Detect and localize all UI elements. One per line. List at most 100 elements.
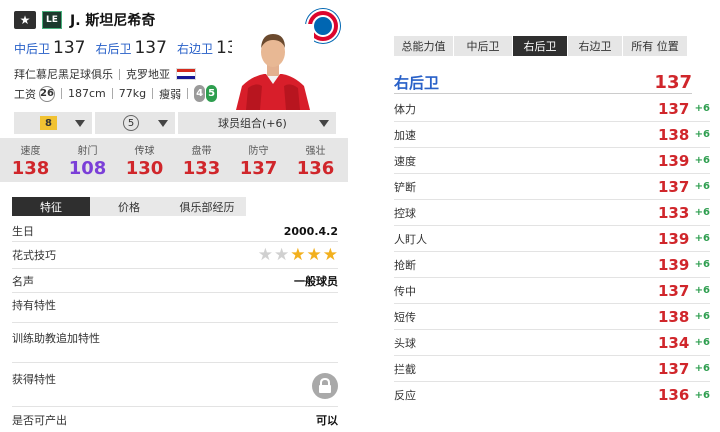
attribute-bonus: +6	[694, 181, 710, 192]
club-logo-inner	[312, 15, 334, 37]
star-icon: ★	[306, 244, 322, 265]
position-label: 右后卫	[95, 42, 132, 56]
attribute-bonus: +6	[694, 155, 710, 166]
attribute-name: 人盯人	[394, 232, 427, 246]
attribute-bonus: +6	[694, 103, 710, 114]
attribute-row: 控球 133 +6	[394, 200, 710, 226]
tab-club-history[interactable]: 俱乐部经历	[168, 197, 246, 216]
attribute-name: 短传	[394, 310, 416, 324]
enhance-level-badge: 8	[40, 116, 57, 130]
trait-label: 训练助教追加特性	[12, 332, 100, 345]
attribute-row: 体力 137 +6	[394, 96, 710, 122]
attribute-name: 加速	[394, 128, 416, 142]
attribute-bonus: +6	[694, 233, 710, 244]
trait-row-birthday: 生日 2000.4.2	[12, 221, 338, 242]
grade-level-badge: 5	[123, 115, 139, 131]
attribute-row: 拦截 137 +6	[394, 356, 710, 382]
attribute-name: 速度	[394, 154, 416, 168]
player-detail-page: ★ LE J. 斯坦尼希奇 中后卫 137 右后卫 137 右边卫 137	[0, 0, 720, 432]
weight-value: 77kg	[118, 87, 147, 100]
attribute-name: 控球	[394, 206, 416, 220]
position-rating: 中后卫 137	[14, 38, 85, 58]
divider	[61, 88, 62, 99]
attribute-bonus: +6	[694, 259, 710, 270]
main-stats: 速度 138 射门 108 传球 130 盘带 133 防守 137 强壮 13…	[0, 138, 348, 182]
club-name: 拜仁慕尼黑足球俱乐	[14, 68, 113, 81]
trait-row-fame: 名声 一般球员	[12, 269, 338, 293]
producible-value: 可以	[316, 414, 338, 427]
attribute-row: 短传 138 +6	[394, 304, 710, 330]
trait-label: 生日	[12, 225, 34, 238]
player-card-panel: ★ LE J. 斯坦尼希奇 中后卫 137 右后卫 137 右边卫 137	[0, 0, 350, 432]
trait-label: 花式技巧	[12, 249, 56, 262]
tab-rb[interactable]: 右后卫	[513, 36, 567, 56]
attribute-row: 头球 134 +6	[394, 330, 710, 356]
attribute-row: 抢断 139 +6	[394, 252, 710, 278]
selected-position-value: 137	[654, 72, 692, 93]
stat-defending: 防守 137	[230, 138, 287, 182]
stat-shooting: 射门 108	[59, 138, 116, 182]
tab-cb[interactable]: 中后卫	[454, 36, 512, 56]
weak-foot-icon: 4	[194, 85, 206, 102]
attribute-value: 137	[658, 359, 690, 378]
player-photo-illustration	[232, 24, 314, 110]
attribute-bonus: +6	[694, 207, 710, 218]
attribute-bonus: +6	[694, 311, 710, 322]
stat-label: 传球	[134, 146, 155, 157]
tab-traits[interactable]: 特征	[12, 197, 90, 216]
trait-list: 生日 2000.4.2 花式技巧 ★ ★ ★ ★ ★ 名声 一般球员 持有特性	[12, 221, 338, 432]
wage-value: 26	[39, 85, 55, 102]
stat-label: 盘带	[191, 146, 212, 157]
chemistry-label: 球员组合(+6)	[218, 117, 287, 130]
stat-label: 射门	[77, 146, 98, 157]
star-icon: ★	[290, 244, 306, 265]
attribute-value: 133	[658, 203, 690, 222]
selected-position-header: 右后卫 137	[394, 72, 692, 94]
position-tabs: 总能力值 中后卫 右后卫 右边卫 所有 位置	[394, 36, 688, 56]
position-value: 137	[134, 38, 167, 58]
player-photo	[232, 24, 314, 110]
left-tabs: 特征 价格 俱乐部经历	[12, 197, 246, 216]
attribute-bonus: +6	[694, 337, 710, 348]
attribute-value: 137	[658, 281, 690, 300]
enhance-level-select[interactable]: 8	[14, 112, 92, 134]
stat-dribbling: 盘带 133	[173, 138, 230, 182]
attribute-row: 反应 136 +6	[394, 382, 710, 408]
chevron-down-icon	[158, 119, 168, 127]
lock-icon[interactable]	[312, 373, 338, 399]
fame-value: 一般球员	[294, 274, 338, 288]
tab-rwb[interactable]: 右边卫	[568, 36, 622, 56]
stat-value: 137	[239, 158, 278, 179]
star-icon[interactable]: ★	[14, 11, 36, 29]
grade-level-select[interactable]: 5	[95, 112, 175, 134]
tab-overall[interactable]: 总能力值	[394, 36, 453, 56]
height-value: 187cm	[68, 87, 106, 100]
attribute-row: 人盯人 139 +6	[394, 226, 710, 252]
trait-label: 获得特性	[12, 373, 56, 386]
star-icon: ★	[257, 244, 273, 265]
attribute-value: 139	[658, 229, 690, 248]
attribute-row: 速度 139 +6	[394, 148, 710, 174]
tab-price[interactable]: 价格	[90, 197, 168, 216]
stat-label: 防守	[248, 146, 269, 157]
stat-value: 138	[11, 158, 50, 179]
croatia-flag-icon	[176, 68, 196, 80]
player-header: ★ LE J. 斯坦尼希奇	[14, 10, 155, 30]
attribute-list: 体力 137 +6 加速 138 +6 速度 139 +6 铲断 137 +6 控球 133 +6 …	[394, 96, 710, 408]
tab-all-positions[interactable]: 所有 位置	[623, 36, 687, 56]
attribute-row: 铲断 137 +6	[394, 174, 710, 200]
selected-position-label: 右后卫	[394, 74, 440, 92]
attribute-name: 头球	[394, 336, 416, 350]
trait-label: 持有特性	[12, 299, 56, 312]
chevron-down-icon	[75, 119, 85, 127]
chevron-down-icon	[319, 119, 329, 127]
wage-label: 工资	[14, 87, 36, 101]
stat-label: 强壮	[305, 146, 326, 157]
attribute-name: 体力	[394, 102, 416, 116]
attribute-value: 138	[658, 125, 690, 144]
stat-value: 130	[125, 158, 164, 179]
chemistry-select[interactable]: 球员组合(+6)	[178, 112, 336, 134]
birthday-value: 2000.4.2	[283, 224, 338, 238]
attribute-value: 137	[658, 177, 690, 196]
attribute-row: 加速 138 +6	[394, 122, 710, 148]
